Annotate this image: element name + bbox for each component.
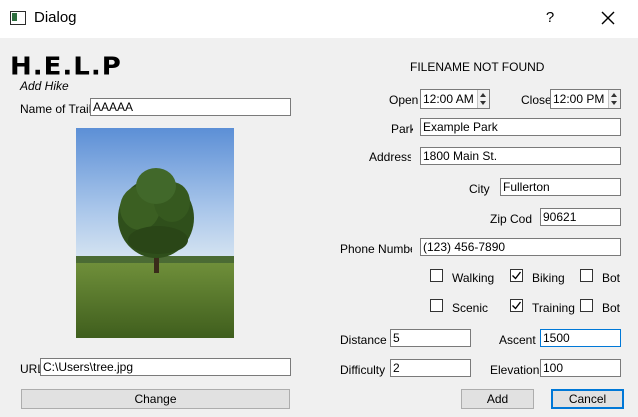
city-input[interactable]: Fullerton [500,178,621,196]
checkmark-icon [512,301,522,310]
spin-arrows[interactable] [608,90,620,108]
spin-up-icon[interactable] [480,93,486,97]
cancel-button[interactable]: Cancel [551,389,624,409]
trail-name-input[interactable]: AAAAA [90,98,291,116]
difficulty-label: Difficulty [340,363,386,377]
walking-label: Walking [452,271,495,285]
spin-down-icon[interactable] [480,101,486,105]
bot-label: Bot [602,271,621,285]
biking-checkbox[interactable] [510,269,523,282]
zip-input[interactable]: 90621 [540,208,621,226]
park-input[interactable]: Example Park [420,118,621,136]
phone-label: Phone Number [340,242,412,256]
zip-label: Zip Code [490,212,532,226]
url-input[interactable]: C:\Users\tree.jpg [40,358,291,376]
change-button[interactable]: Change [21,389,290,409]
app-logo: H.E.L.P [10,52,122,82]
spin-down-icon[interactable] [611,101,617,105]
ascent-input[interactable]: 1500 [540,329,621,347]
scenic-checkbox[interactable] [430,299,443,312]
spin-arrows[interactable] [477,90,489,108]
biking-label: Biking [532,271,565,285]
close-label: Close [521,93,552,107]
distance-label: Distance [340,333,387,347]
bot-label: Bot [602,301,621,315]
close-time-value: 12:00 PM [553,92,605,106]
open-label: Open [389,93,419,107]
training-label: Training [532,301,575,315]
open-time-spinbox[interactable]: 12:00 AM [420,89,490,109]
help-button[interactable]: ? [543,9,557,26]
form-subtitle: Add Hike [20,79,69,93]
window-app-icon [10,11,26,25]
status-message: FILENAME NOT FOUND [410,60,545,74]
address-label: Address [369,150,411,164]
spin-up-icon[interactable] [611,93,617,97]
distance-input[interactable]: 5 [390,329,471,347]
trail-name-label: Name of Trail [20,102,90,116]
bot-checkbox[interactable] [580,269,593,282]
checkmark-icon [512,271,522,280]
trail-photo [76,128,234,338]
phone-input[interactable]: (123) 456-7890 [420,238,621,256]
bot-checkbox[interactable] [580,299,593,312]
training-checkbox[interactable] [510,299,523,312]
elevation-input[interactable]: 100 [540,359,621,377]
open-time-value: 12:00 AM [423,92,474,106]
ascent-label: Ascent [499,333,536,347]
elevation-label: Elevation [490,363,540,377]
scenic-label: Scenic [452,301,489,315]
close-time-spinbox[interactable]: 12:00 PM [550,89,621,109]
close-button[interactable] [596,6,620,30]
add-button[interactable]: Add [461,389,534,409]
difficulty-input[interactable]: 2 [390,359,471,377]
walking-checkbox[interactable] [430,269,443,282]
city-label: City [469,182,490,196]
address-input[interactable]: 1800 Main St. [420,147,621,165]
title-bar: Dialog ? [0,0,638,38]
park-label: Park [391,122,413,136]
close-icon [601,11,615,25]
window-title: Dialog [34,9,77,26]
